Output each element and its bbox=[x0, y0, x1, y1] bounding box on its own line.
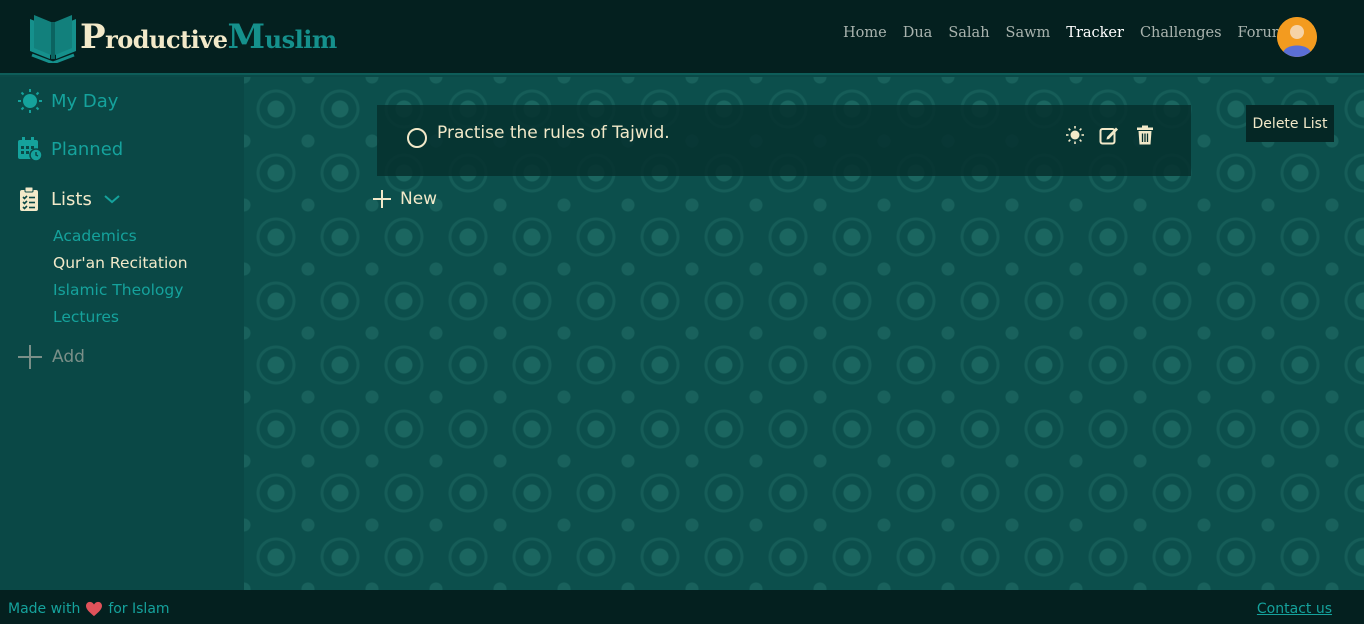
brand-name: Productive Muslim bbox=[80, 17, 337, 57]
heart-icon bbox=[86, 601, 103, 617]
delete-list-button[interactable]: Delete List bbox=[1246, 105, 1334, 142]
trash-icon[interactable] bbox=[1135, 125, 1155, 145]
sidebar: My Day Planned Lists Academics Qur'an Re… bbox=[0, 77, 244, 590]
nav-sawm[interactable]: Sawm bbox=[1006, 25, 1051, 41]
chevron-down-icon[interactable] bbox=[104, 194, 120, 204]
new-task-label: New bbox=[400, 189, 438, 209]
contact-us-link[interactable]: Contact us bbox=[1257, 601, 1332, 617]
task-text: Practise the rules of Tajwid. bbox=[437, 123, 670, 143]
sidebar-item-lists[interactable]: Lists bbox=[17, 186, 120, 212]
list-item-academics[interactable]: Academics bbox=[53, 227, 188, 254]
task-item[interactable]: Practise the rules of Tajwid. bbox=[377, 105, 1191, 176]
nav-home[interactable]: Home bbox=[843, 25, 887, 41]
sidebar-item-planned[interactable]: Planned bbox=[17, 136, 123, 162]
nav-salah[interactable]: Salah bbox=[948, 25, 989, 41]
plus-icon bbox=[18, 345, 42, 369]
add-list-button[interactable]: Add bbox=[17, 344, 85, 370]
sidebar-item-label: Planned bbox=[51, 138, 124, 160]
main-content: Practise the rules of Tajwid. New Delete… bbox=[244, 77, 1364, 590]
made-with-text: Made with for Islam bbox=[8, 601, 170, 617]
list-item-quran-recitation[interactable]: Qur'an Recitation bbox=[53, 254, 188, 281]
sidebar-item-my-day[interactable]: My Day bbox=[17, 88, 118, 114]
list-item-islamic-theology[interactable]: Islamic Theology bbox=[53, 281, 188, 308]
nav-challenges[interactable]: Challenges bbox=[1140, 25, 1222, 41]
task-complete-checkbox[interactable] bbox=[407, 128, 427, 148]
footer: Made with for Islam Contact us bbox=[0, 590, 1364, 624]
clipboard-icon bbox=[20, 186, 38, 211]
sidebar-item-label: Lists bbox=[51, 188, 92, 210]
calendar-icon bbox=[18, 137, 43, 162]
sidebar-item-label: My Day bbox=[51, 90, 119, 112]
book-icon bbox=[30, 15, 76, 63]
sun-icon[interactable] bbox=[1065, 125, 1085, 145]
nav-tracker[interactable]: Tracker bbox=[1066, 25, 1124, 41]
add-label: Add bbox=[52, 347, 85, 367]
plus-icon bbox=[373, 190, 391, 208]
user-icon bbox=[1277, 17, 1317, 57]
nav-dua[interactable]: Dua bbox=[903, 25, 933, 41]
new-task-button[interactable]: New bbox=[372, 189, 437, 209]
lists-submenu: Academics Qur'an Recitation Islamic Theo… bbox=[53, 227, 188, 335]
sun-icon bbox=[18, 89, 42, 113]
user-avatar[interactable] bbox=[1277, 17, 1317, 57]
made-with-label: Made with bbox=[8, 601, 81, 617]
list-item-lectures[interactable]: Lectures bbox=[53, 308, 188, 335]
brand-logo[interactable]: Productive Muslim bbox=[28, 10, 337, 64]
edit-icon[interactable] bbox=[1099, 125, 1119, 145]
top-header: Productive Muslim Home Dua Salah Sawm Tr… bbox=[0, 0, 1364, 75]
for-islam-label: for Islam bbox=[108, 601, 170, 617]
main-nav: Home Dua Salah Sawm Tracker Challenges F… bbox=[843, 25, 1302, 41]
